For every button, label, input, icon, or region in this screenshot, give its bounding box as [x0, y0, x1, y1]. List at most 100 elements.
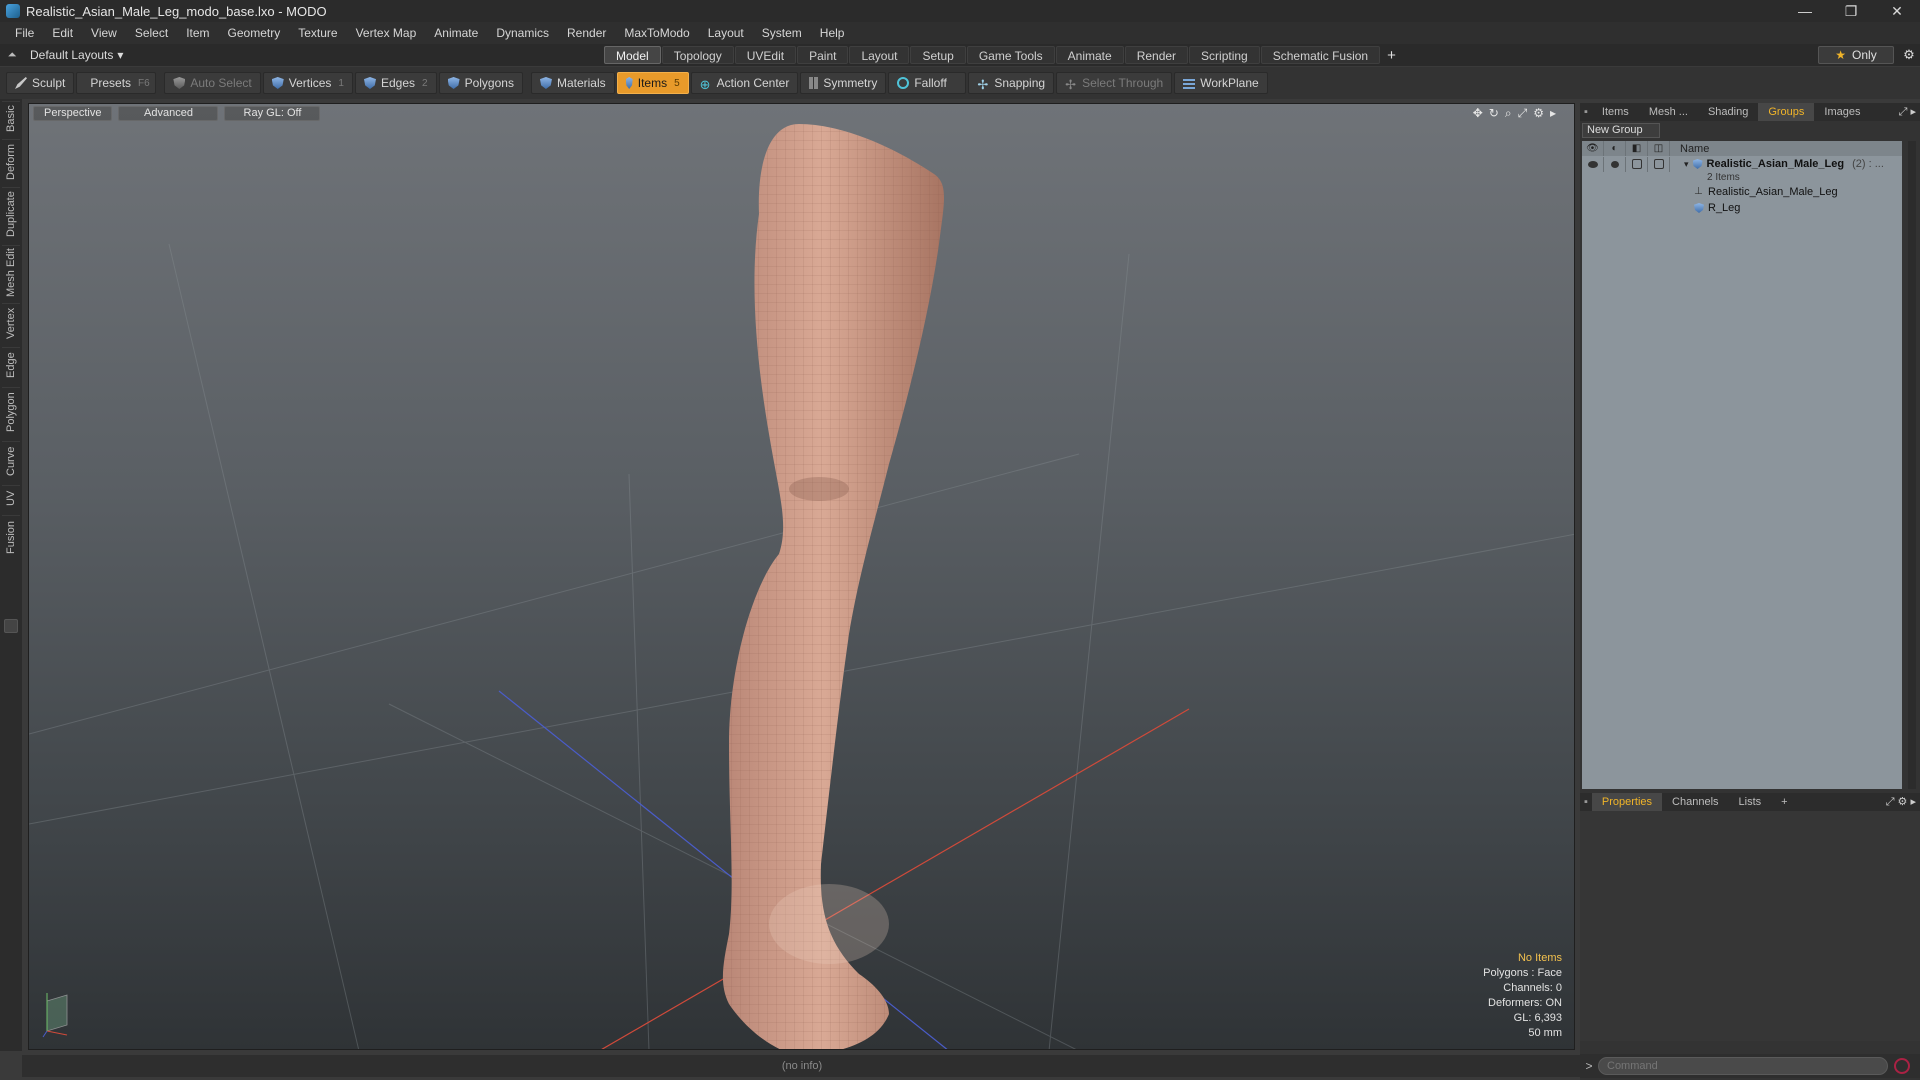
vtab-polygon[interactable]: Polygon [2, 387, 20, 437]
tab-shading[interactable]: Shading [1698, 103, 1758, 121]
tab-lists[interactable]: Lists [1729, 793, 1772, 811]
command-history-icon[interactable] [1894, 1058, 1910, 1074]
materials-button[interactable]: Materials [530, 72, 615, 94]
group-child-row[interactable]: ⊥ Realistic_Asian_Male_Leg [1582, 184, 1902, 200]
snapping-button[interactable]: ✢ Snapping [968, 72, 1055, 94]
vtab-edge[interactable]: Edge [2, 347, 20, 383]
menu-item[interactable]: Item [177, 22, 218, 44]
vtab-uv[interactable]: UV [2, 485, 20, 511]
menu-file[interactable]: File [6, 22, 43, 44]
tab-schematic-fusion[interactable]: Schematic Fusion [1260, 46, 1381, 64]
tab-paint[interactable]: Paint [797, 46, 849, 64]
tab-topology[interactable]: Topology [661, 46, 734, 64]
panel-menu-icon[interactable]: ▪ [1580, 106, 1592, 118]
gear-icon[interactable]: ⚙ [1898, 44, 1920, 66]
vtab-vertex[interactable]: Vertex [2, 303, 20, 343]
props-expand-icon[interactable]: ⤢ ⚙ ▸ [1882, 795, 1920, 809]
select-through-button[interactable]: ✢ Select Through [1056, 72, 1173, 94]
add-panel-tab-button[interactable]: + [1771, 793, 1797, 811]
menu-maxtomodo[interactable]: MaxToModo [615, 22, 698, 44]
group-render-toggle[interactable] [1604, 156, 1626, 172]
group-select-toggle[interactable] [1648, 156, 1670, 172]
auto-select-button[interactable]: Auto Select [164, 72, 261, 94]
menu-view[interactable]: View [82, 22, 126, 44]
vtab-mesh-edit[interactable]: Mesh Edit [2, 245, 20, 299]
vtab-fusion[interactable]: Fusion [2, 515, 20, 559]
leg-mesh[interactable] [722, 124, 944, 1050]
group-lock-toggle[interactable] [1626, 156, 1648, 172]
menu-select[interactable]: Select [126, 22, 177, 44]
tab-animate[interactable]: Animate [1055, 46, 1124, 64]
maximize-button[interactable]: ❐ [1828, 0, 1874, 22]
layout-select[interactable]: Default Layouts ▾ [24, 48, 129, 62]
add-tab-button[interactable]: + [1387, 47, 1396, 64]
panel-expand-icon[interactable]: ⤢ ▸ [1895, 105, 1920, 119]
viewport-gear-icon[interactable]: ⚙ [1533, 106, 1544, 121]
lock-column-icon[interactable]: ◧ [1626, 141, 1648, 156]
vtab-curve[interactable]: Curve [2, 441, 20, 481]
select-column-icon[interactable]: ◫ [1648, 141, 1670, 156]
tab-items[interactable]: Items [1592, 103, 1639, 121]
tab-game-tools[interactable]: Game Tools [966, 46, 1055, 64]
props-menu-icon[interactable]: ▪ [1580, 796, 1592, 808]
workplane-button[interactable]: WorkPlane [1174, 72, 1268, 94]
name-column-header[interactable]: Name [1670, 143, 1709, 155]
tab-mesh[interactable]: Mesh ... [1639, 103, 1698, 121]
rotate-icon[interactable]: ↻ [1489, 106, 1499, 121]
vertices-button[interactable]: Vertices 1 [262, 72, 353, 94]
tab-model[interactable]: Model [604, 46, 661, 64]
action-center-button[interactable]: ⊕ Action Center [690, 72, 799, 94]
viewport-scene[interactable] [29, 104, 1575, 1050]
menu-render[interactable]: Render [558, 22, 615, 44]
tab-setup[interactable]: Setup [910, 46, 966, 64]
tab-uvedit[interactable]: UVEdit [734, 46, 797, 64]
pan-icon[interactable]: ✥ [1473, 106, 1483, 121]
presets-button[interactable]: Presets F6 [76, 72, 157, 94]
tab-images[interactable]: Images [1814, 103, 1870, 121]
menu-texture[interactable]: Texture [289, 22, 346, 44]
view-mode-button[interactable]: Perspective [33, 105, 113, 121]
menu-help[interactable]: Help [811, 22, 854, 44]
falloff-button[interactable]: Falloff [888, 72, 967, 94]
menu-dynamics[interactable]: Dynamics [487, 22, 558, 44]
new-group-button[interactable]: New Group [1582, 123, 1660, 138]
polygons-button[interactable]: Polygons [438, 72, 523, 94]
tab-scripting[interactable]: Scripting [1189, 46, 1260, 64]
minimize-button[interactable]: — [1782, 0, 1828, 22]
group-child-row[interactable]: R_Leg [1582, 200, 1902, 216]
tab-groups[interactable]: Groups [1758, 103, 1815, 121]
render-column-icon[interactable]: ◐ [1604, 141, 1626, 156]
close-button[interactable]: ✕ [1874, 0, 1920, 22]
tab-properties[interactable]: Properties [1591, 793, 1663, 811]
vtab-duplicate[interactable]: Duplicate [2, 187, 20, 241]
maximize-viewport-icon[interactable]: ⤢ [1518, 106, 1528, 121]
sculpt-button[interactable]: Sculpt [6, 72, 75, 94]
viewport-menu-icon[interactable]: ▸ [1550, 106, 1556, 121]
vtab-basic[interactable]: Basic [2, 101, 20, 135]
items-button[interactable]: Items 5 [616, 72, 689, 94]
panel-toggle-button[interactable] [4, 619, 18, 633]
shading-mode-button[interactable]: Advanced [118, 105, 219, 121]
menu-geometry[interactable]: Geometry [219, 22, 290, 44]
groups-scrollbar[interactable] [1908, 141, 1916, 789]
edges-button[interactable]: Edges 2 [354, 72, 437, 94]
tab-render[interactable]: Render [1124, 46, 1189, 64]
groups-list[interactable]: 👁 ◐ ◧ ◫ Name ▾ Realistic_Asian_Male_Leg … [1582, 141, 1902, 789]
tab-channels[interactable]: Channels [1662, 793, 1728, 811]
expand-arrow-icon[interactable]: ▾ [1684, 159, 1689, 170]
menu-animate[interactable]: Animate [425, 22, 487, 44]
menu-edit[interactable]: Edit [43, 22, 82, 44]
command-input[interactable] [1598, 1057, 1888, 1075]
raygl-button[interactable]: Ray GL: Off [224, 105, 321, 121]
zoom-icon[interactable]: ⌕ [1505, 106, 1512, 121]
menu-layout[interactable]: Layout [699, 22, 753, 44]
vtab-deform[interactable]: Deform [2, 139, 20, 183]
menu-vertex-map[interactable]: Vertex Map [347, 22, 426, 44]
symmetry-button[interactable]: Symmetry [800, 72, 887, 94]
tab-layout[interactable]: Layout [849, 46, 910, 64]
3d-viewport[interactable]: Perspective Advanced Ray GL: Off ✥ ↻ ⌕ ⤢… [28, 103, 1575, 1050]
visibility-column-icon[interactable]: 👁 [1582, 141, 1604, 156]
group-row[interactable]: ▾ Realistic_Asian_Male_Leg (2) : ... [1582, 156, 1902, 172]
group-visibility-toggle[interactable] [1582, 156, 1604, 172]
collapse-icon[interactable]: ⏶ [0, 49, 24, 62]
